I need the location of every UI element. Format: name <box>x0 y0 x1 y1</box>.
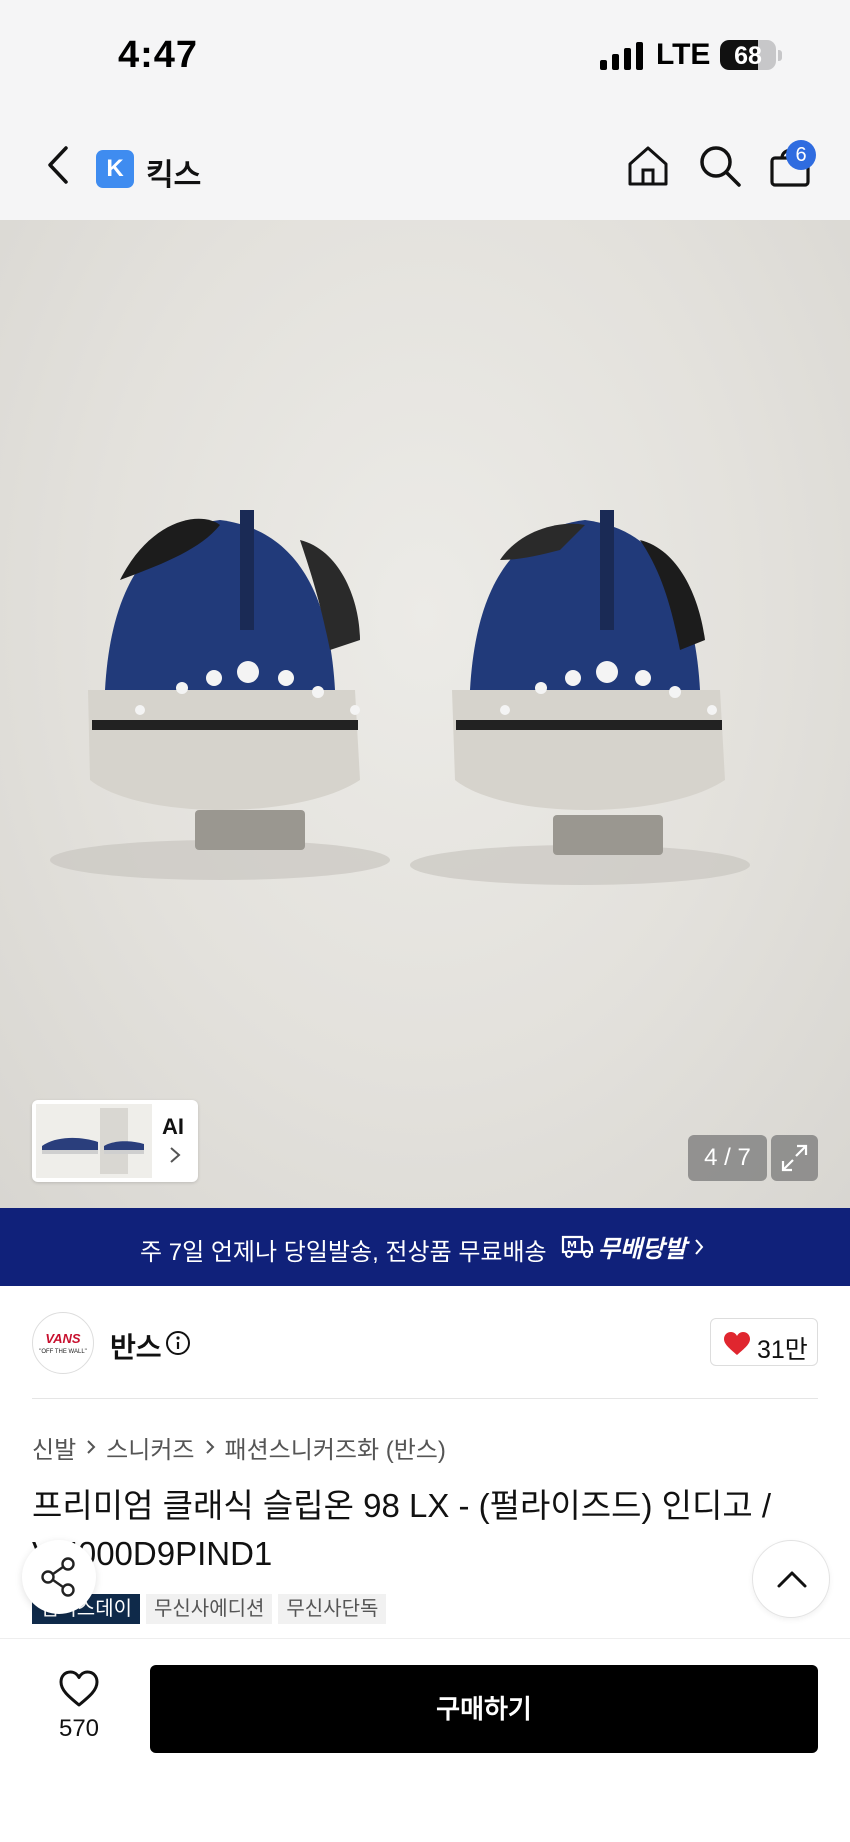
chevron-up-icon <box>777 1571 807 1588</box>
promo-text: 주 7일 언제나 당일발송, 전상품 무료배송 <box>140 1239 547 1266</box>
home-icon[interactable] <box>626 144 670 188</box>
product-image[interactable]: AI 4 / 7 <box>0 220 850 1208</box>
ai-label: AI <box>162 1114 184 1139</box>
scroll-top-button[interactable] <box>752 1540 830 1618</box>
image-counter: 4 / 7 <box>688 1135 767 1181</box>
store-logo[interactable]: K <box>96 150 134 188</box>
promo-banner[interactable]: 주 7일 언제나 당일발송, 전상품 무료배송 M 무배당발 <box>0 1208 850 1286</box>
chevron-right-icon <box>205 1440 214 1454</box>
promo-badge-label: 무배당발 <box>598 1235 687 1263</box>
tag: 무신사에디션 <box>146 1594 273 1624</box>
chevron-right-icon <box>87 1440 96 1454</box>
brand-logo[interactable]: VANS "OFF THE WALL" <box>32 1312 94 1374</box>
battery-cap <box>778 50 782 61</box>
chevron-left-icon[interactable] <box>40 144 76 186</box>
heart-filled-icon <box>724 1332 750 1355</box>
divider <box>32 1398 818 1399</box>
chevron-right-icon <box>170 1147 181 1163</box>
wish-count: 570 <box>58 1715 100 1742</box>
bottom-action-bar: 570 구매하기 <box>0 1638 850 1842</box>
breadcrumb-item[interactable]: 신발 <box>32 1430 76 1465</box>
share-button[interactable] <box>22 1540 96 1614</box>
heart-outline-icon[interactable] <box>58 1669 100 1709</box>
delivery-truck-icon: M <box>561 1235 594 1258</box>
svg-text:M: M <box>567 1240 577 1251</box>
share-icon <box>41 1557 75 1597</box>
brand-logo-sub: "OFF THE WALL" <box>39 1349 87 1355</box>
search-icon[interactable] <box>698 144 742 188</box>
ai-styling-thumbnail[interactable]: AI <box>32 1100 198 1182</box>
thumbnail-image <box>36 1104 152 1178</box>
expand-button[interactable] <box>771 1135 818 1181</box>
battery-icon: 68 <box>720 40 776 70</box>
status-time: 4:47 <box>118 34 199 76</box>
status-bar: 4:47 LTE 68 <box>0 0 850 110</box>
breadcrumb: 신발 스니커즈 패션스니커즈화 (반스) <box>32 1430 446 1465</box>
expand-icon <box>781 1144 808 1172</box>
product-title: 프리미엄 클래식 슬립온 98 LX - (펄라이즈드) 인디고 / VN000… <box>32 1487 772 1572</box>
info-icon[interactable] <box>165 1330 191 1356</box>
signal-icon <box>600 42 643 70</box>
store-name[interactable]: 킥스 <box>146 150 201 194</box>
buy-button[interactable]: 구매하기 <box>150 1665 818 1753</box>
brand-like-button[interactable]: 31만 <box>710 1318 818 1366</box>
brand-logo-text: VANS <box>45 1331 81 1346</box>
nav-bar: K 킥스 <box>0 110 850 220</box>
breadcrumb-item[interactable]: 스니커즈 <box>106 1430 194 1465</box>
battery-percent: 68 <box>734 42 762 70</box>
product-photo <box>50 510 750 885</box>
chevron-right-icon <box>695 1239 704 1255</box>
breadcrumb-item[interactable]: 패션스니커즈화 (반스) <box>225 1430 446 1465</box>
network-type: LTE <box>656 38 711 71</box>
cart-count-badge: 6 <box>786 140 816 170</box>
tag: 무신사단독 <box>278 1594 387 1624</box>
brand-name[interactable]: 반스 <box>110 1326 162 1366</box>
free-shipping-badge: M 무배당발 <box>560 1230 687 1263</box>
brand-like-count: 31만 <box>757 1336 808 1364</box>
